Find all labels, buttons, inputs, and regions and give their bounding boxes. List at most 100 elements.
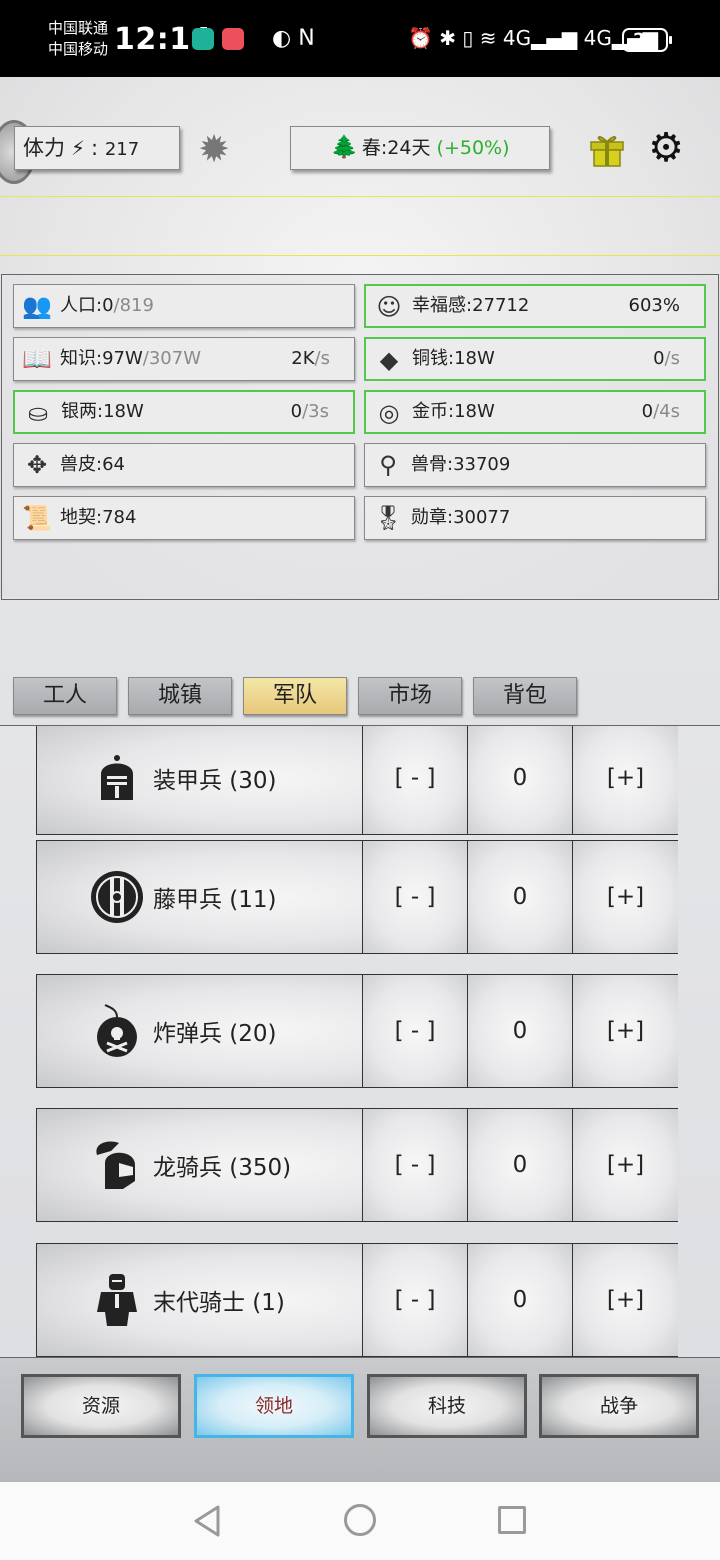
unit-info: 装甲兵 (30)	[37, 726, 363, 834]
unit-row-rattan: 藤甲兵 (11) [ - ] 0 [+]	[36, 840, 678, 954]
resource-hide: ✥ 兽皮:64	[13, 443, 355, 487]
resource-rate: 2K/s	[291, 338, 330, 380]
unit-info: 藤甲兵 (11)	[37, 841, 363, 953]
resource-rate: 603%	[629, 286, 680, 326]
recent-apps-icon[interactable]	[498, 1506, 526, 1534]
resource-amount: 兽皮:64	[60, 454, 125, 475]
season-label: 春:24天	[361, 137, 431, 159]
increase-button[interactable]: [+]	[573, 975, 678, 1087]
nav-war[interactable]: 战争	[539, 1374, 699, 1438]
resource-amount: 兽骨:33709	[411, 454, 511, 475]
resource-rate: 0/3s	[291, 392, 329, 432]
season-display: 🌲 春:24天 (+50%)	[290, 126, 550, 170]
home-icon[interactable]	[344, 1504, 376, 1536]
increase-button[interactable]: [+]	[573, 1109, 678, 1221]
unit-name: 炸弹兵 (20)	[153, 1021, 277, 1047]
resource-label: 地契:784	[60, 497, 136, 539]
people-icon: 👥	[22, 292, 52, 320]
unit-row-bomber: 炸弹兵 (20) [ - ] 0 [+]	[36, 974, 678, 1088]
round-shield-icon	[89, 869, 145, 925]
decrease-button[interactable]: [ - ]	[363, 1109, 468, 1221]
scroll-icon: 📜	[22, 504, 52, 532]
network-type: 4G	[502, 26, 532, 50]
unit-name: 装甲兵 (30)	[153, 768, 277, 794]
settings-gear-icon[interactable]: ⚙	[646, 128, 686, 168]
resource-max: /307W	[142, 348, 201, 369]
gold-coin-icon: ◎	[378, 399, 400, 427]
resource-label: 银两:18W	[61, 392, 144, 432]
resource-rate-unit: /s	[314, 348, 330, 369]
resource-label: 勋章:30077	[411, 497, 510, 539]
copper-coin-icon: ◆	[379, 346, 399, 374]
sun-icon[interactable]: ✹	[193, 128, 235, 170]
unit-info: 龙骑兵 (350)	[37, 1109, 363, 1221]
stamina-label: 体力	[23, 136, 65, 160]
resource-population: 👥 人口:0/819	[13, 284, 355, 328]
back-icon[interactable]	[192, 1504, 222, 1538]
unit-count: 0	[468, 1244, 573, 1356]
unit-row-dragoon: 龙骑兵 (350) [ - ] 0 [+]	[36, 1108, 678, 1222]
tab-bag[interactable]: 背包	[473, 677, 577, 715]
resource-deed: 📜 地契:784	[13, 496, 355, 540]
notification-app-icon	[222, 28, 244, 50]
resource-happiness: ☺ 幸福感:27712 603%	[364, 284, 706, 328]
unit-name: 龙骑兵 (350)	[153, 1155, 292, 1181]
tab-army[interactable]: 军队	[243, 677, 347, 715]
notification-app-icon	[192, 28, 214, 50]
resource-amount: 人口:0	[60, 295, 114, 316]
unit-count: 0	[468, 841, 573, 953]
resource-label: 知识:97W/307W	[60, 338, 201, 380]
armored-knight-icon	[89, 1272, 145, 1328]
resource-label: 兽骨:33709	[411, 444, 510, 486]
resource-rate-unit: /4s	[653, 401, 680, 422]
season-bonus: (+50%)	[436, 137, 510, 159]
resource-knowledge: 📖 知识:97W/307W 2K/s	[13, 337, 355, 381]
stamina-display: 体力 ⚡: 217	[14, 126, 180, 170]
decrease-button[interactable]: [ - ]	[363, 726, 468, 834]
stamina-separator: :	[91, 136, 99, 160]
resource-gold: ◎ 金币:18W 0/4s	[364, 390, 706, 434]
nav-resources[interactable]: 资源	[21, 1374, 181, 1438]
decrease-button[interactable]: [ - ]	[363, 841, 468, 953]
unit-row-lastknight: 末代骑士 (1) [ - ] 0 [+]	[36, 1243, 678, 1357]
resource-label: 人口:0/819	[60, 285, 154, 327]
resource-amount: 知识:97W	[60, 348, 143, 369]
nav-territory[interactable]: 领地	[194, 1374, 354, 1438]
resource-bone: ⚲ 兽骨:33709	[364, 443, 706, 487]
bomb-icon	[89, 1003, 145, 1059]
smile-icon: ☺	[376, 293, 402, 321]
unit-count: 0	[468, 726, 573, 834]
gift-icon[interactable]	[588, 130, 626, 168]
resource-amount: 金币:18W	[412, 401, 495, 422]
bone-icon: ⚲	[379, 451, 397, 479]
resource-rate-value: 0	[653, 348, 665, 369]
hide-icon: ✥	[26, 451, 48, 479]
tab-workers[interactable]: 工人	[13, 677, 117, 715]
resource-rate: 0/s	[653, 339, 680, 379]
unit-info: 炸弹兵 (20)	[37, 975, 363, 1087]
tab-market[interactable]: 市场	[358, 677, 462, 715]
resource-label: 幸福感:27712	[412, 286, 529, 326]
resource-label: 兽皮:64	[60, 444, 125, 486]
resource-amount: 地契:784	[60, 507, 137, 528]
decrease-button[interactable]: [ - ]	[363, 1244, 468, 1356]
resource-amount: 银两:18W	[61, 401, 144, 422]
carrier-names: 中国联通 中国移动	[48, 18, 108, 60]
unit-list[interactable]: 装甲兵 (30)[ - ] 0 [+] 藤甲兵 (11)[ - ] 0 [+] 炸弹兵 (2…	[0, 725, 720, 1358]
increase-button[interactable]: [+]	[573, 726, 678, 834]
resource-rate-value: 603%	[628, 295, 680, 316]
medal-icon: 🎖	[373, 504, 404, 532]
increase-button[interactable]: [+]	[573, 1244, 678, 1356]
resource-rate-unit: /3s	[302, 401, 329, 422]
carrier-2: 中国移动	[48, 40, 109, 58]
resource-max: /819	[113, 295, 154, 316]
nav-tech[interactable]: 科技	[367, 1374, 527, 1438]
unit-info: 末代骑士 (1)	[37, 1244, 363, 1356]
tab-town[interactable]: 城镇	[128, 677, 232, 715]
bottom-navigation: 资源 领地 科技 战争	[0, 1358, 720, 1482]
increase-button[interactable]: [+]	[573, 841, 678, 953]
resource-label: 铜钱:18W	[412, 339, 495, 379]
resource-panel: 👥 人口:0/819 ☺ 幸福感:27712 603% 📖 知识:97W/307W 2K/s ◆…	[1, 274, 719, 600]
decrease-button[interactable]: [ - ]	[363, 975, 468, 1087]
resource-rate-value: 2K	[291, 348, 315, 369]
